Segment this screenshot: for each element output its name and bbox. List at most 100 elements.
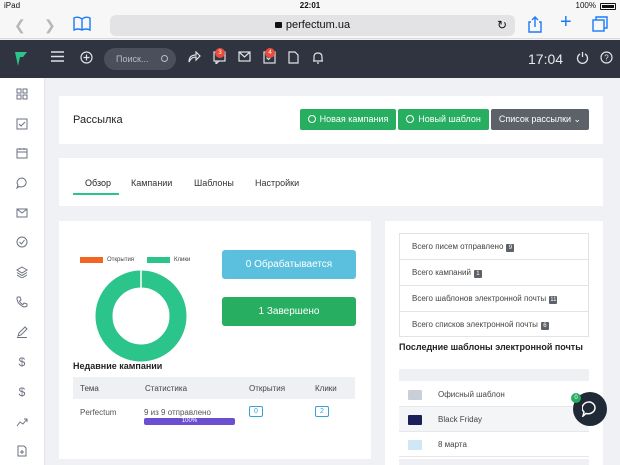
template-thumbnail [408, 440, 422, 450]
template-row[interactable]: Black Friday [399, 407, 589, 432]
add-circle-icon [406, 115, 415, 123]
tab-campaigns[interactable]: Кампании [131, 178, 172, 188]
tab-overview[interactable]: Обзор [85, 178, 111, 188]
left-sidebar: $ $ [0, 78, 45, 465]
tab-templates[interactable]: Шаблоны [194, 178, 234, 188]
summary-count: 11 [549, 296, 558, 304]
add-icon[interactable] [80, 51, 93, 64]
tab-settings[interactable]: Настройки [255, 178, 299, 188]
checklist-icon[interactable] [16, 118, 28, 130]
summary-row: Всего шаблонов электронной почты 11 [399, 285, 589, 311]
summary-count: 6 [540, 322, 549, 330]
system-time: 22:01 [299, 1, 321, 10]
template-thumbnail [408, 390, 422, 400]
mailing-list-dropdown[interactable]: Список рассылки ⌄ [491, 109, 589, 130]
recent-campaigns-title: Недавние кампании [73, 361, 163, 371]
column-header-stats: Статистика [145, 384, 188, 393]
summary-count: 1 [473, 270, 482, 278]
phone-icon[interactable] [16, 296, 28, 308]
forward-icon[interactable]: ❯ [44, 16, 56, 34]
legend-label-clicks: Клики [174, 257, 191, 263]
completed-stat[interactable]: 1 Завершено [222, 297, 356, 326]
template-name: Black Friday [438, 415, 483, 424]
templates-header [399, 369, 589, 381]
search-input[interactable]: Поиск... [104, 48, 176, 70]
share-icon[interactable] [528, 16, 542, 33]
summary-label: Всего списков электронной почты [412, 320, 538, 329]
column-header-opens: Открытия [249, 384, 286, 393]
trend-icon[interactable] [16, 416, 28, 428]
template-row[interactable]: 8 марта [399, 432, 589, 457]
recent-templates-title: Последние шаблоны электронной почты [399, 342, 583, 352]
chat-widget-icon [582, 401, 596, 417]
chevron-down-icon: ⌄ [573, 114, 582, 124]
edit-icon[interactable] [16, 326, 28, 338]
active-tab-indicator [73, 193, 119, 195]
back-icon[interactable]: ❮ [14, 16, 26, 34]
templates-footer [399, 459, 589, 465]
dashboard-icon[interactable] [16, 88, 28, 100]
new-template-label: Новый шаблон [418, 114, 481, 124]
add-circle-icon [307, 115, 316, 123]
reload-icon[interactable]: ↻ [497, 15, 507, 36]
campaign-stat-text: 9 из 9 отправлено [144, 408, 211, 417]
search-icon [161, 55, 168, 62]
svg-text:?: ? [604, 54, 609, 63]
opens-count[interactable]: 0 [249, 406, 263, 417]
calendar-icon[interactable] [16, 147, 28, 159]
mail-icon[interactable] [16, 207, 28, 219]
template-name: Офисный шаблон [438, 390, 505, 399]
lock-icon [274, 22, 282, 28]
check-circle-icon[interactable] [16, 236, 28, 248]
document-icon[interactable] [288, 51, 299, 64]
new-template-button[interactable]: Новый шаблон [398, 109, 489, 130]
new-campaign-label: Новая кампания [319, 114, 389, 124]
dollar-icon[interactable]: $ [16, 386, 28, 398]
column-header-clicks: Клики [315, 384, 337, 393]
summary-label: Всего писем отправлено [412, 242, 504, 251]
file-plus-icon[interactable] [16, 445, 28, 457]
bookmarks-icon[interactable] [73, 16, 91, 32]
processing-stat[interactable]: 0 Обрабатывается [222, 250, 356, 279]
summary-row: Всего списков электронной почты 6 [399, 311, 589, 337]
chat-badge: 3 [215, 48, 225, 58]
summary-row: Всего писем отправлено 9 [399, 233, 589, 259]
summary-count: 9 [506, 244, 515, 252]
recent-table-header [73, 377, 355, 399]
template-row[interactable]: Офисный шаблон [399, 382, 589, 407]
chat-widget-badge: 0 [571, 393, 581, 403]
template-name: 8 марта [438, 440, 467, 449]
legend-swatch-clicks [147, 257, 170, 263]
bell-icon[interactable] [312, 51, 324, 64]
tasks-badge: 4 [265, 48, 275, 58]
layers-icon[interactable] [16, 266, 28, 278]
new-campaign-button[interactable]: Новая кампания [300, 109, 396, 130]
engagement-donut-chart [95, 270, 187, 362]
app-header: Поиск... 3 4 17:04 ? [0, 40, 620, 78]
chat-bubble-icon[interactable] [16, 177, 28, 189]
battery-icon [600, 3, 616, 10]
clicks-count[interactable]: 2 [315, 406, 329, 417]
search-placeholder: Поиск... [116, 54, 149, 64]
campaign-subject-link[interactable]: Perfectum [80, 408, 116, 417]
help-icon[interactable]: ? [600, 51, 613, 64]
menu-icon[interactable] [51, 51, 64, 62]
forward-share-icon[interactable] [188, 51, 201, 63]
power-icon[interactable] [576, 51, 589, 64]
tabs-icon[interactable] [592, 16, 608, 32]
app-clock: 17:04 [528, 51, 564, 67]
campaign-progress-bar: 100% [144, 418, 235, 425]
legend-swatch-opens [80, 257, 103, 263]
donut-slice-clicks [95, 270, 187, 362]
battery-percent: 100% [575, 1, 596, 10]
summary-label: Всего шаблонов электронной почты [412, 294, 547, 303]
summary-label: Всего кампаний [412, 268, 471, 277]
page-title: Рассылка [73, 114, 123, 126]
ios-status-bar: iPad 22:01 100% [0, 0, 620, 12]
dollar-icon[interactable]: $ [16, 356, 28, 368]
new-tab-icon[interactable]: + [560, 12, 572, 32]
address-bar[interactable]: perfectum.ua ↻ [110, 15, 515, 36]
mail-icon[interactable] [238, 51, 251, 62]
summary-row: Всего кампаний 1 [399, 259, 589, 285]
logo-icon[interactable] [14, 51, 28, 67]
